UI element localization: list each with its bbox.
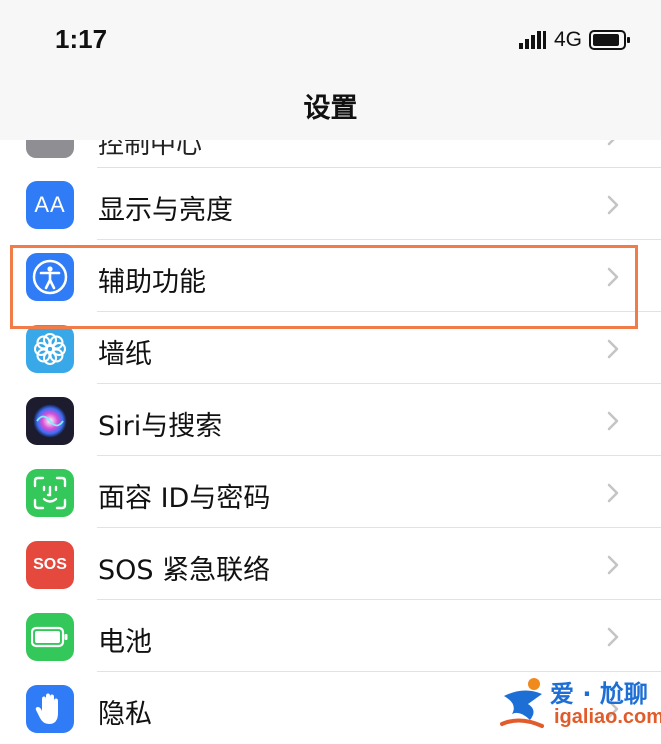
status-time: 1:17 — [55, 24, 108, 54]
watermark-text: 爱 · 尬聊 — [550, 680, 648, 708]
row-label: SOS 紧急联络 — [98, 555, 271, 586]
row-label: 面容 ID与密码 — [98, 483, 271, 514]
face-id-icon — [26, 469, 74, 517]
chevron-right-icon — [607, 339, 619, 359]
display-brightness-icon: AA — [26, 181, 74, 229]
chevron-right-icon — [607, 140, 615, 146]
settings-row-siri[interactable]: Siri与搜索 — [0, 384, 661, 456]
chevron-right-icon — [607, 195, 619, 215]
battery-icon — [589, 30, 630, 50]
privacy-hand-icon — [26, 685, 74, 733]
page-title: 设置 — [303, 93, 358, 124]
row-label: 控制中心 — [98, 140, 203, 160]
highlight-box — [10, 245, 638, 329]
settings-row-battery[interactable]: 电池 — [0, 600, 661, 672]
settings-row-sos[interactable]: SOS SOS 紧急联络 — [0, 528, 661, 600]
watermark-url: igaliao.com — [554, 706, 661, 728]
row-label: Siri与搜索 — [98, 411, 223, 442]
settings-row-display-brightness[interactable]: AA 显示与亮度 — [0, 168, 661, 240]
row-label: 显示与亮度 — [98, 195, 233, 226]
header: 1:17 4G 设置 — [0, 0, 661, 141]
row-label: 墙纸 — [98, 339, 152, 370]
watermark-logo-icon — [500, 678, 544, 728]
row-label: 电池 — [98, 627, 152, 658]
battery-setting-icon — [26, 613, 74, 661]
chevron-right-icon — [607, 411, 619, 431]
signal-icon — [518, 31, 546, 49]
status-indicators: 4G — [518, 28, 631, 52]
control-center-icon — [26, 140, 74, 158]
settings-row-face-id[interactable]: 面容 ID与密码 — [0, 456, 661, 528]
row-label: 隐私 — [98, 699, 152, 730]
watermark: 爱 · 尬聊 igaliao.com — [498, 672, 661, 738]
network-type: 4G — [553, 28, 582, 51]
settings-row-control-center[interactable]: 控制中心 — [0, 140, 661, 168]
chevron-right-icon — [607, 627, 619, 647]
chevron-right-icon — [607, 555, 619, 575]
wallpaper-icon — [26, 325, 74, 373]
chevron-right-icon — [607, 483, 619, 503]
sos-icon: SOS — [26, 541, 74, 589]
siri-icon — [26, 397, 74, 445]
